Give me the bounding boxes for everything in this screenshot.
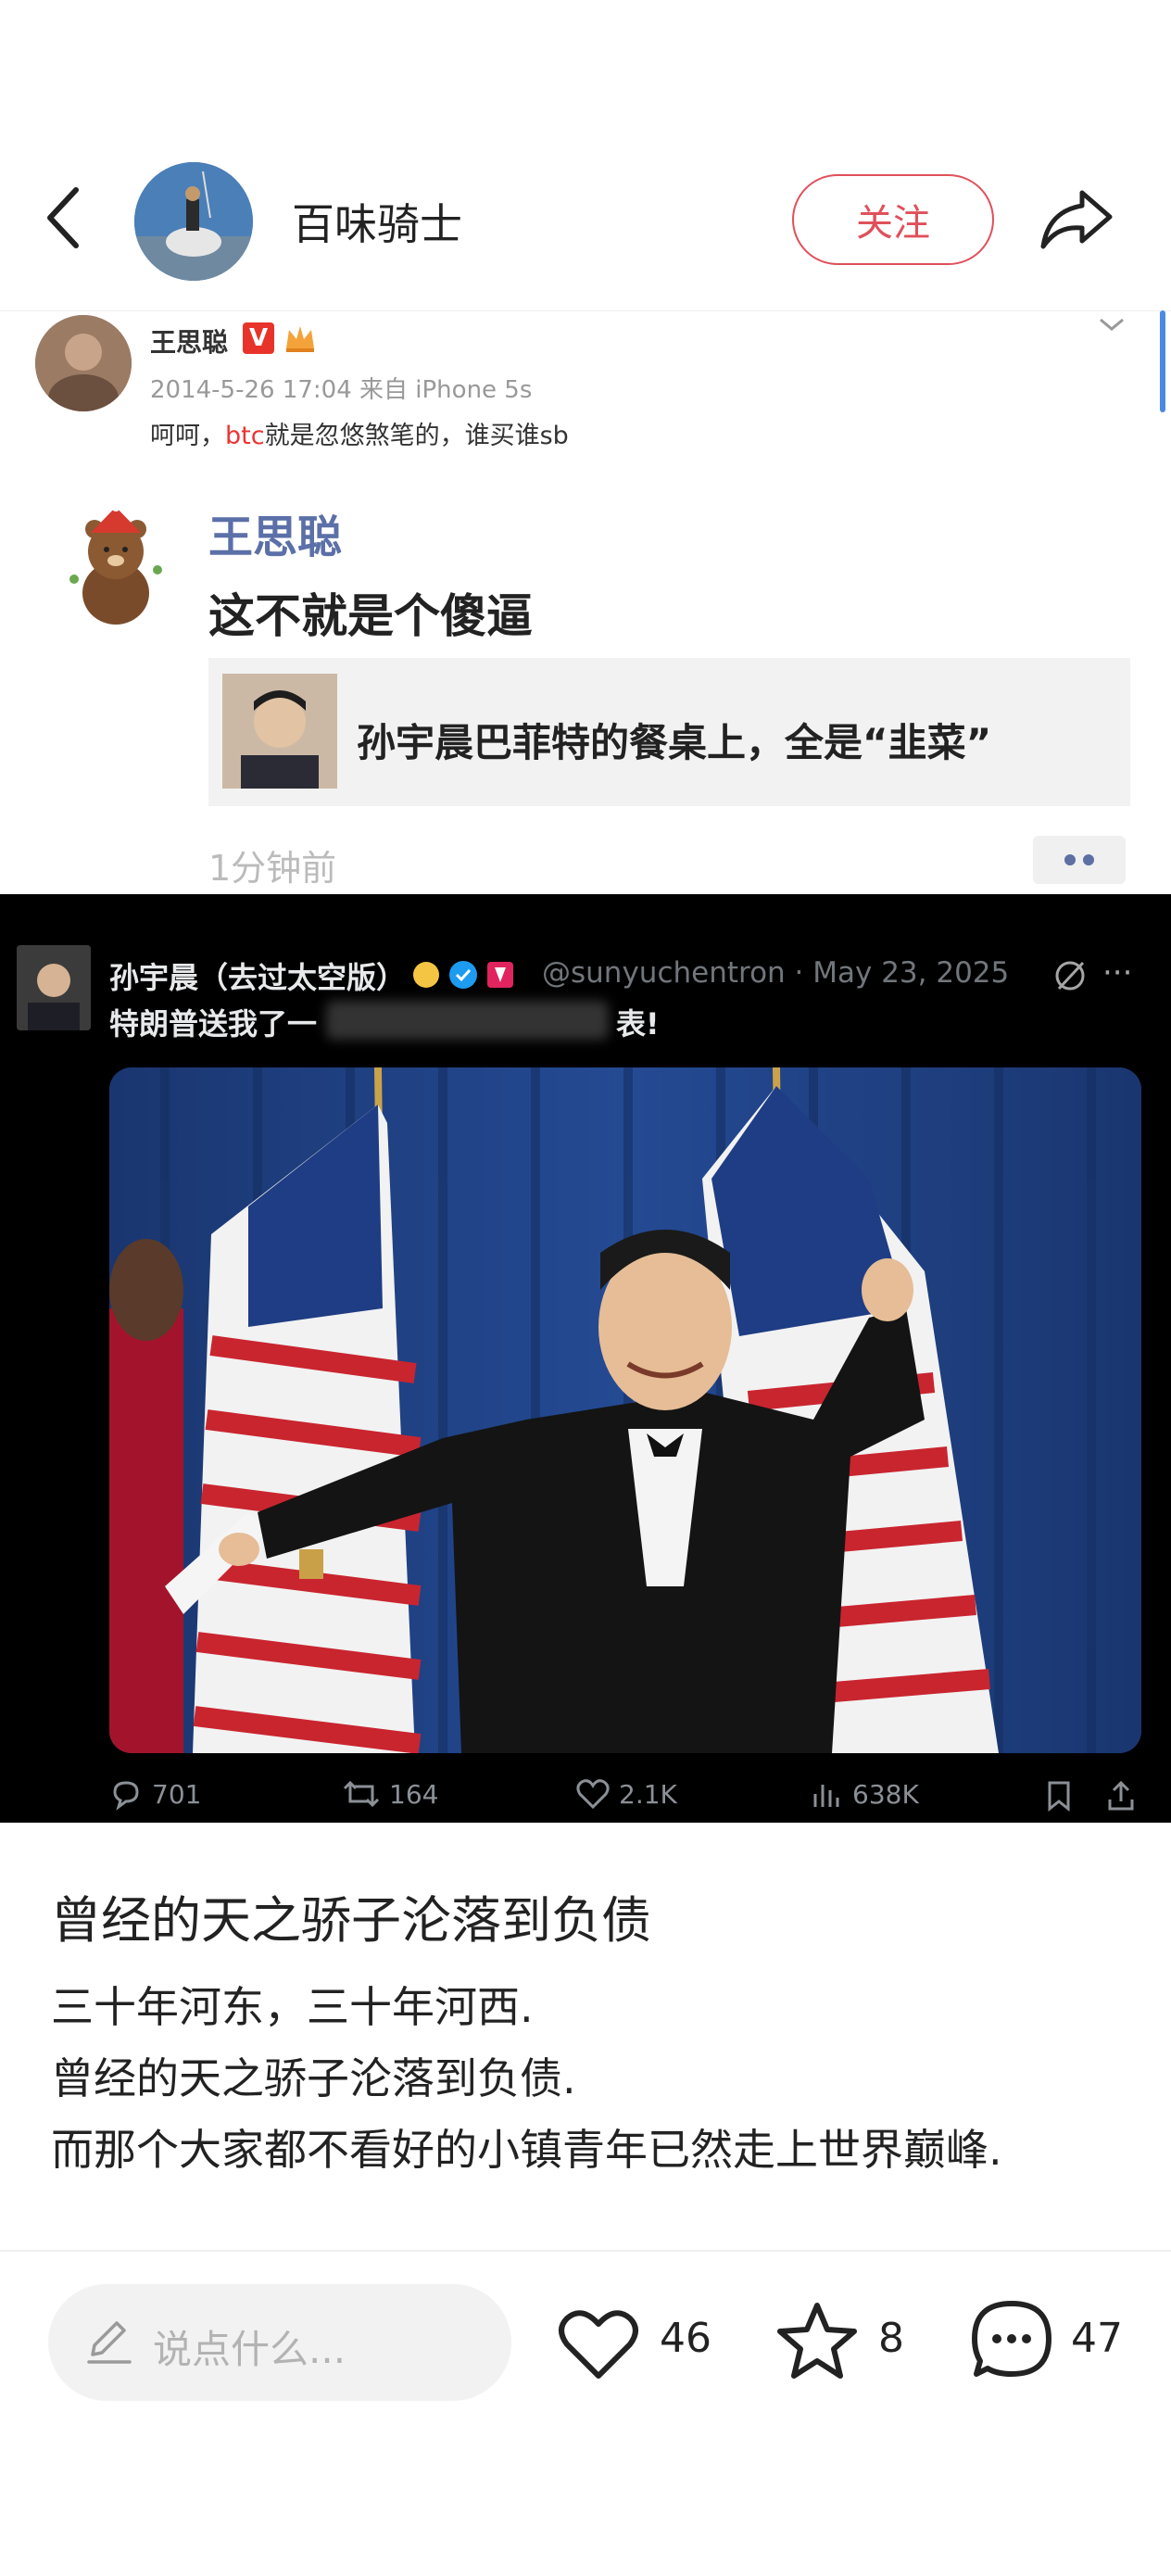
weibo-text-part: 呵呵， (150, 422, 225, 450)
crown-badge-icon (283, 322, 317, 354)
verified-v-badge: V (243, 322, 274, 354)
top-nav-bar: 百味骑士 关注 (0, 0, 1171, 310)
weibo-text-part: 就是忽悠煞笔的，谁买谁sb (264, 422, 569, 450)
more-options-button (1033, 836, 1126, 884)
bottom-divider (0, 2250, 1171, 2252)
article-line: 曾经的天之骄子沦落到负债. (51, 2053, 576, 2103)
scrollbar-indicator (1160, 310, 1165, 412)
weibo-user-avatar (35, 315, 132, 411)
quoted-post-text: 孙宇晨巴菲特的餐桌上，全是“韭菜” (357, 720, 992, 765)
tweet-badges-icon (413, 961, 513, 989)
quoted-post-thumbnail (222, 674, 337, 789)
favorite-star-icon[interactable] (774, 2298, 860, 2383)
share-icon[interactable] (1036, 176, 1119, 259)
reply-timestamp: 1分钟前 (208, 848, 337, 889)
weibo-post-meta: 2014-5-26 17:04 来自 iPhone 5s (150, 376, 533, 404)
comment-placeholder[interactable]: 说点什么... (153, 2318, 346, 2375)
comment-bubble-icon[interactable] (969, 2296, 1054, 2381)
tweet-user-name: 孙宇晨（去过太空版） (109, 960, 407, 995)
reply-icon (113, 1781, 139, 1811)
author-name[interactable]: 百味骑士 (292, 191, 462, 252)
replies-count: 701 (152, 1778, 202, 1810)
weibo-text-btc: btc (225, 422, 265, 450)
tweet-user-avatar (17, 945, 91, 1030)
article-line: 三十年河东，三十年河西. (51, 1982, 534, 2032)
views-count: 638K (852, 1778, 919, 1810)
heart-icon (576, 1779, 610, 1810)
article-line: 而那个大家都不看好的小镇青年已然走上世界巅峰. (51, 2125, 1002, 2175)
retweets-count: 164 (389, 1778, 439, 1810)
follow-button[interactable]: 关注 (792, 174, 994, 265)
favorites-count: 8 (878, 2315, 904, 2362)
back-arrow-icon[interactable] (37, 181, 93, 255)
tweet-photo (109, 1067, 1141, 1753)
tweet-share-icon (1104, 1779, 1138, 1816)
pen-icon (82, 2314, 137, 2369)
tweet-more-icon: ··· (1102, 954, 1133, 991)
article-body: 三十年河东，三十年河西. 曾经的天之骄子沦落到负债. 而那个大家都不看好的小镇青… (51, 1972, 1116, 2186)
grok-icon (1051, 957, 1089, 994)
reply-text: 这不就是个傻逼 (208, 589, 533, 643)
bear-avatar-icon (56, 496, 176, 635)
tweet-likes: 2.1K (576, 1777, 677, 1811)
tweet-text-end: 表! (616, 1006, 660, 1042)
tweet-handle-date: @sunyuchentron · May 23, 2025 (542, 956, 1010, 990)
weibo-user-name: 王思聪 (150, 327, 229, 358)
article-title: 曾经的天之骄子沦落到负债 (51, 1891, 651, 1950)
views-icon (813, 1785, 839, 1807)
like-heart-icon[interactable] (556, 2300, 641, 2385)
comments-count: 47 (1071, 2315, 1123, 2362)
tweet-replies: 701 (109, 1777, 201, 1811)
chevron-down-icon (1093, 310, 1130, 338)
weibo-post-text: 呵呵，btc就是忽悠煞笔的，谁买谁sb (150, 415, 569, 451)
bookmark-icon (1042, 1779, 1076, 1816)
reply-user-name: 王思聪 (208, 511, 343, 563)
tweet-text: 特朗普送我了一 (109, 1006, 318, 1042)
blurred-text (326, 1001, 609, 1040)
likes-count: 46 (660, 2315, 711, 2362)
tweet-views: 638K (810, 1777, 919, 1811)
author-avatar[interactable] (134, 162, 253, 281)
retweet-icon (343, 1780, 380, 1808)
likes-count: 2.1K (619, 1778, 677, 1810)
tweet-retweets: 164 (343, 1777, 438, 1811)
